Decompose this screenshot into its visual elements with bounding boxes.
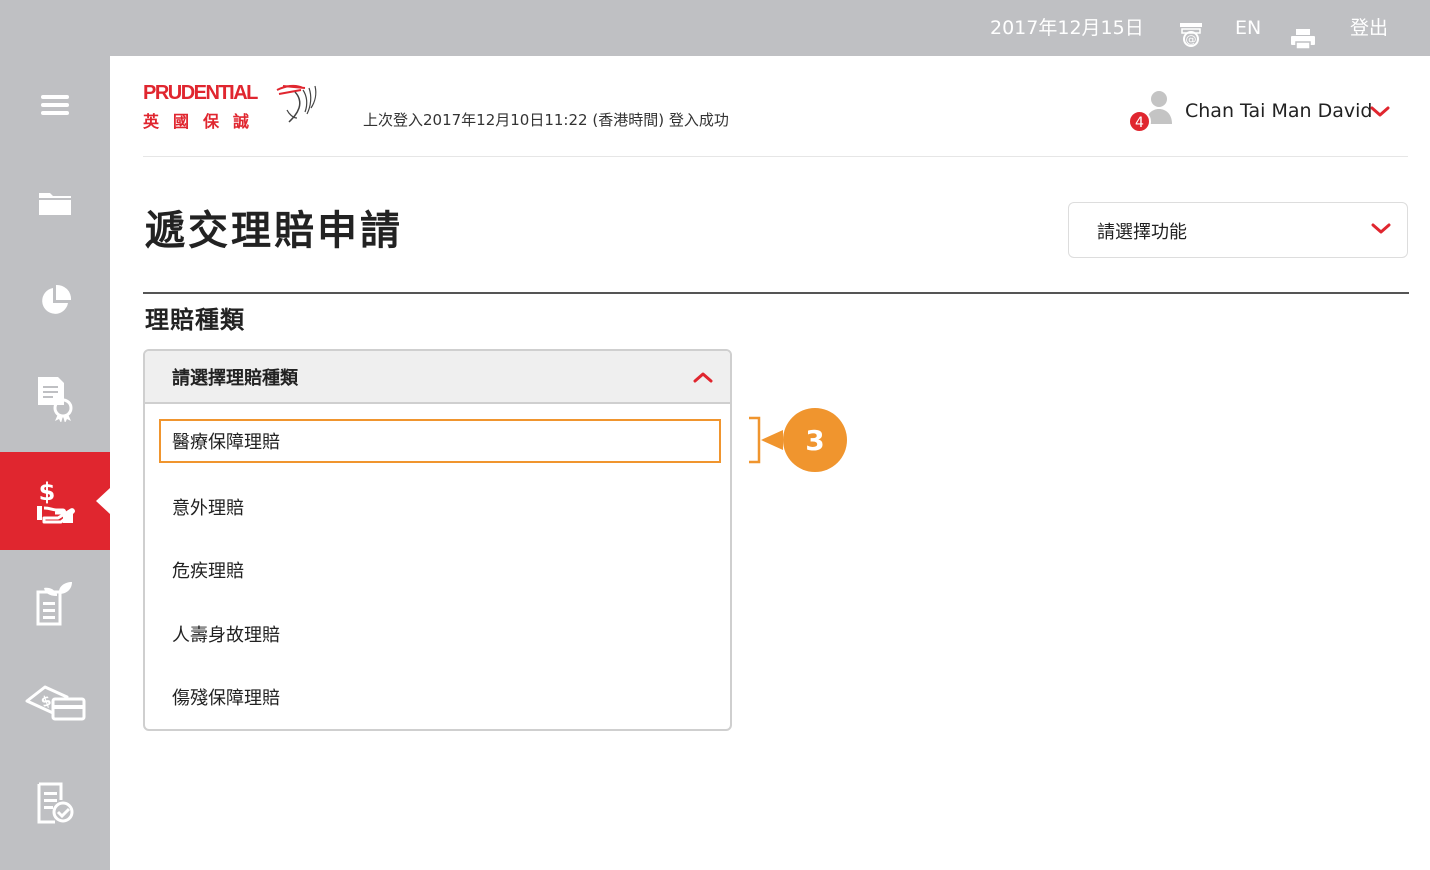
prudence-head-icon [276, 84, 317, 123]
option-label: 意外理賠 [172, 498, 244, 519]
user-name[interactable]: Chan Tai Man David [1185, 100, 1372, 122]
page-title: 遞交理賠申請 [145, 208, 403, 254]
chevron-down-icon[interactable] [1370, 106, 1390, 118]
sidebar-item-certificate[interactable] [0, 350, 110, 448]
claim-dollar-hand-icon: $ [37, 478, 75, 524]
checked-document-icon [37, 782, 74, 824]
print-icon[interactable] [1290, 16, 1316, 50]
step-number: 3 [805, 424, 824, 457]
option-label: 人壽身故理賠 [172, 625, 280, 646]
claim-option-critical-illness[interactable]: 危疾理賠 [159, 548, 721, 592]
folder-icon [39, 193, 71, 215]
notification-badge[interactable]: 4 [1128, 110, 1151, 133]
chevron-down-icon [1371, 223, 1391, 234]
user-menu[interactable]: 4 Chan Tai Man David [1125, 86, 1415, 136]
current-date: 2017年12月15日 [990, 17, 1144, 39]
sidebar: $ $ [0, 56, 110, 870]
claim-option-life-death[interactable]: 人壽身故理賠 [159, 612, 721, 656]
money-card-icon: $ [25, 685, 86, 721]
sidebar-item-checked-document[interactable] [0, 754, 110, 852]
option-label: 醫療保障理賠 [172, 432, 280, 453]
certificate-icon [38, 377, 73, 422]
last-login-text: 上次登入2017年12月10日11:22 (香港時間) 登入成功 [363, 111, 729, 129]
menu-icon [41, 95, 69, 115]
logo-chinese: 英國保誠 [143, 112, 264, 131]
top-bar: 2017年12月15日 @ EN 登出 [0, 0, 1430, 56]
claim-type-dropdown-header[interactable]: 請選擇理賠種類 [145, 351, 730, 404]
option-label: 傷殘保障理賠 [172, 688, 280, 709]
contact-email-icon[interactable]: @ [1178, 14, 1204, 47]
sidebar-item-payment[interactable]: $ [0, 652, 110, 750]
sidebar-item-growth[interactable] [0, 554, 110, 652]
header-divider [143, 156, 1408, 157]
claim-type-placeholder: 請選擇理賠種類 [172, 368, 298, 389]
section-divider [143, 292, 1409, 294]
option-label: 危疾理賠 [172, 561, 244, 582]
logout-link[interactable]: 登出 [1350, 0, 1388, 56]
claim-option-accident[interactable]: 意外理賠 [159, 485, 721, 529]
sidebar-item-chart[interactable] [0, 252, 110, 350]
logo-wordmark: PRUDENTIAL [143, 82, 258, 104]
prudential-logo[interactable]: PRUDENTIAL 英國保誠 [143, 82, 323, 132]
function-select-placeholder: 請選擇功能 [1097, 222, 1187, 243]
step-callout: 3 [749, 408, 847, 472]
growth-document-icon [36, 582, 72, 626]
chevron-up-icon [693, 372, 713, 383]
sidebar-item-claims[interactable]: $ [0, 452, 110, 550]
svg-text:@: @ [1186, 33, 1197, 46]
pie-chart-icon [42, 284, 72, 314]
claim-type-dropdown[interactable]: 請選擇理賠種類 醫療保障理賠 意外理賠 危疾理賠 人壽身故理賠 傷殘保障理賠 [143, 349, 732, 731]
function-select[interactable]: 請選擇功能 [1068, 202, 1408, 258]
claim-option-disability[interactable]: 傷殘保障理賠 [159, 675, 721, 719]
section-title: 理賠種類 [145, 306, 245, 334]
language-switch[interactable]: EN [1235, 0, 1261, 56]
claim-option-medical[interactable]: 醫療保障理賠 [159, 419, 721, 463]
sidebar-item-menu[interactable] [0, 56, 110, 154]
sidebar-item-folder[interactable] [0, 154, 110, 252]
svg-text:$: $ [39, 478, 56, 506]
